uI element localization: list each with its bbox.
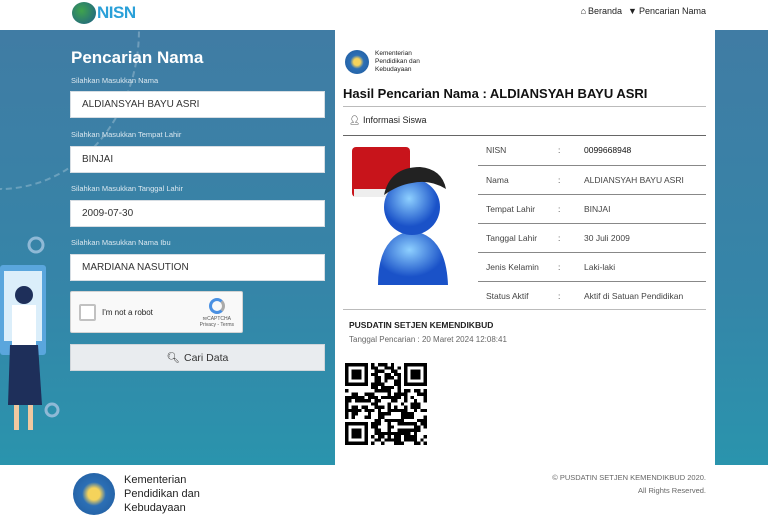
section-heading: 👤︎ Informasi Siswa bbox=[349, 115, 426, 126]
result-card: Kementerian Pendidikan dan Kebudayaan Hasi… bbox=[335, 30, 715, 465]
student-info-table: NISN:0099668948 Nama: ALDIANSYAH BAYU ASR… bbox=[478, 136, 706, 310]
top-nav: ⌂ Beranda ▼ Pencarian Nama bbox=[581, 6, 706, 16]
qr-code-icon bbox=[345, 363, 427, 445]
student-illustration-icon bbox=[0, 236, 60, 430]
field-label: Silahkan Masukkan Tanggal Lahir bbox=[71, 184, 184, 193]
table-row: NISN:0099668948 bbox=[478, 136, 706, 166]
ministry-line: Kebudayaan bbox=[124, 502, 186, 514]
search-icon: 🔍︎ bbox=[166, 352, 180, 364]
ministry-emblem-icon bbox=[73, 473, 115, 515]
field-label: Silahkan Masukkan Tempat Lahir bbox=[71, 130, 182, 139]
footer-ministry-logo: Kementerian Pendidikan dan Kebudayaan bbox=[73, 473, 200, 515]
name-input[interactable]: ALDIANSYAH BAYU ASRI bbox=[70, 91, 325, 118]
side-strip bbox=[715, 30, 768, 465]
recaptcha-icon bbox=[208, 298, 225, 314]
section-label: Informasi Siswa bbox=[362, 115, 427, 125]
ministry-logo: Kementerian Pendidikan dan Kebudayaan bbox=[345, 50, 420, 74]
table-row: Tanggal Lahir:30 Juli 2009 bbox=[478, 223, 706, 253]
row-value: 0099668948 bbox=[576, 136, 706, 166]
footer: Kementerian Pendidikan dan Kebudayaan © PU… bbox=[0, 465, 768, 531]
logo-text: NISN bbox=[97, 3, 136, 22]
recaptcha: I'm not a robot reCAPTCHA Privacy - Term… bbox=[70, 291, 243, 333]
birthdate-input[interactable]: 2009-07-30 bbox=[70, 200, 325, 227]
user-icon: 👤︎ bbox=[349, 115, 361, 125]
mother-name-input[interactable]: MARDIANA NASUTION bbox=[70, 254, 325, 281]
form-title: Pencarian Nama bbox=[71, 48, 204, 67]
filter-icon: ▼ bbox=[628, 6, 637, 16]
row-label: Status Aktif bbox=[486, 290, 529, 301]
row-value: 30 Juli 2009 bbox=[576, 223, 706, 253]
nav-label: Pencarian Nama bbox=[638, 6, 706, 16]
ministry-line: Pendidikan dan bbox=[124, 488, 200, 500]
field-label: Silahkan Masukkan Nama bbox=[71, 76, 159, 85]
row-value: Laki-laki bbox=[576, 252, 706, 282]
result-title: Hasil Pencarian Nama : ALDIANSYAH BAYU A… bbox=[343, 86, 648, 101]
row-value: ALDIANSYAH BAYU ASRI bbox=[576, 165, 706, 195]
search-button-label: Cari Data bbox=[183, 351, 229, 364]
nisn-logo-icon bbox=[72, 2, 96, 24]
nisn-logo[interactable]: NISN bbox=[72, 2, 136, 24]
table-row: Tempat Lahir: BINJAI bbox=[478, 194, 706, 224]
home-icon: ⌂ bbox=[580, 6, 586, 16]
table-row: Nama: ALDIANSYAH BAYU ASRI bbox=[478, 165, 706, 195]
top-bar: NISN ⌂ Beranda ▼ Pencarian Nama bbox=[0, 0, 768, 30]
ministry-line: Pendidikan dan bbox=[375, 58, 420, 65]
birthplace-input[interactable]: BINJAI bbox=[70, 146, 325, 173]
captcha-checkbox[interactable] bbox=[79, 304, 96, 321]
row-label: NISN bbox=[478, 136, 558, 166]
divider bbox=[343, 106, 706, 107]
row-value: Aktif di Satuan Pendidikan bbox=[584, 290, 684, 301]
row-value: BINJAI bbox=[576, 194, 706, 224]
recaptcha-links[interactable]: Privacy - Terms bbox=[200, 322, 234, 328]
copyright: © PUSDATIN SETJEN KEMENDIKBUD 2020. bbox=[552, 473, 706, 482]
recaptcha-badge: reCAPTCHA Privacy - Terms bbox=[200, 298, 234, 328]
issuer: PUSDATIN SETJEN KEMENDIKBUD bbox=[349, 320, 494, 330]
nav-pencarian-nama[interactable]: ▼ Pencarian Nama bbox=[628, 6, 706, 16]
nav-label: Beranda bbox=[588, 6, 623, 16]
row-label: Nama bbox=[478, 165, 558, 195]
field-label: Silahkan Masukkan Nama Ibu bbox=[71, 238, 171, 247]
captcha-label: I'm not a robot bbox=[102, 308, 153, 317]
rights: All Rights Reserved. bbox=[638, 486, 706, 495]
student-avatar-icon bbox=[352, 147, 448, 285]
ministry-line: Kementerian bbox=[375, 50, 412, 57]
row-label: Tempat Lahir bbox=[478, 194, 558, 224]
row-label: Tanggal Lahir bbox=[478, 223, 558, 253]
table-row: Jenis Kelamin: Laki-laki bbox=[478, 252, 706, 282]
table-row: Status Aktif: Aktif di Satuan Pendidikan bbox=[478, 281, 706, 310]
search-button[interactable]: 🔍︎ Cari Data bbox=[70, 344, 325, 371]
ministry-emblem-icon bbox=[345, 50, 369, 74]
row-label: Jenis Kelamin bbox=[478, 252, 558, 282]
search-date: Tanggal Pencarian : 20 Maret 2024 12:08:… bbox=[349, 335, 507, 344]
nav-beranda[interactable]: ⌂ Beranda bbox=[581, 6, 622, 16]
divider bbox=[343, 309, 706, 310]
ministry-line: Kebudayaan bbox=[375, 66, 412, 73]
ministry-line: Kementerian bbox=[124, 474, 187, 486]
